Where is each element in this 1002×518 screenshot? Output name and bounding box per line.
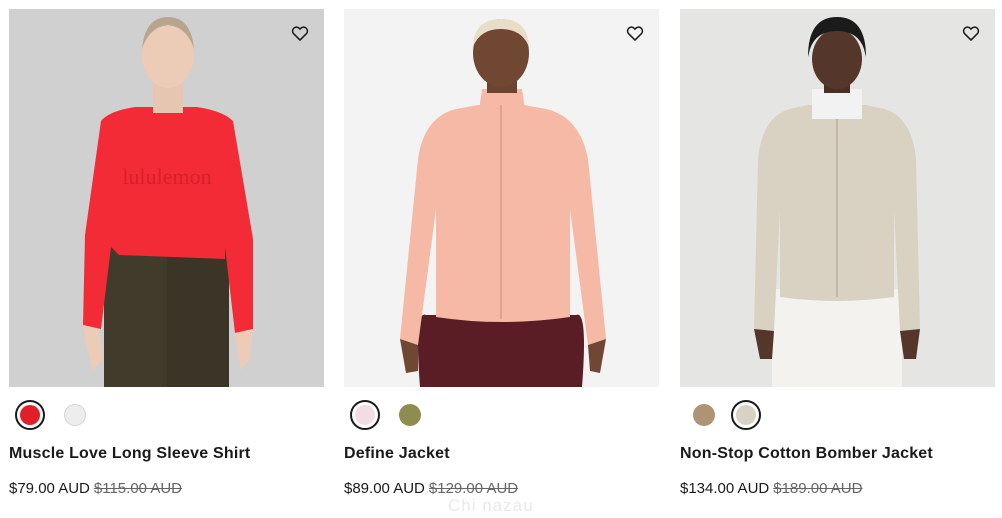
swatch-olive — [399, 404, 421, 426]
color-swatch[interactable] — [731, 400, 761, 430]
original-price: $115.00 AUD — [93, 480, 183, 497]
model-photo: lululemon — [9, 9, 324, 387]
swatch-tan — [693, 404, 715, 426]
product-image[interactable]: lululemon — [9, 9, 324, 387]
original-price: $129.00 AUD — [428, 480, 519, 497]
product-image[interactable] — [344, 9, 659, 387]
heart-outline-icon[interactable] — [625, 23, 645, 43]
model-photo — [680, 9, 995, 387]
product-card[interactable]: Non-Stop Cotton Bomber Jacket $134.00 AU… — [680, 9, 995, 497]
product-name[interactable]: Define Jacket — [344, 445, 664, 463]
swatch-red — [20, 405, 40, 425]
product-price: $79.00 AUD $115.00 AUD — [9, 480, 182, 497]
product-card[interactable]: lululemon Muscle Love Long Sleeve Shirt … — [9, 9, 324, 497]
swatch-pink — [355, 405, 375, 425]
original-price: $189.00 AUD — [773, 480, 863, 497]
product-card[interactable]: Define Jacket $89.00 AUD $129.00 AUD — [344, 9, 659, 497]
color-swatch[interactable] — [60, 400, 90, 430]
heart-outline-icon[interactable] — [290, 23, 310, 43]
swatch-white — [64, 404, 86, 426]
product-price: $134.00 AUD $189.00 AUD — [680, 480, 862, 497]
product-image[interactable] — [680, 9, 995, 387]
model-photo — [344, 9, 659, 387]
color-swatch[interactable] — [350, 400, 380, 430]
partial-banner-text: Chi nazau — [448, 496, 534, 515]
sale-price: $89.00 AUD — [344, 480, 425, 497]
color-swatch[interactable] — [689, 400, 719, 430]
heart-outline-icon[interactable] — [961, 23, 981, 43]
product-price: $89.00 AUD $129.00 AUD — [344, 480, 518, 497]
color-swatch[interactable] — [395, 400, 425, 430]
color-swatch[interactable] — [15, 400, 45, 430]
swatch-beige — [736, 405, 756, 425]
product-name[interactable]: Muscle Love Long Sleeve Shirt — [9, 445, 329, 463]
sale-price: $79.00 AUD — [9, 480, 90, 497]
svg-text:lululemon: lululemon — [122, 164, 211, 189]
sale-price: $134.00 AUD — [680, 480, 770, 497]
product-name[interactable]: Non-Stop Cotton Bomber Jacket — [680, 445, 1000, 463]
